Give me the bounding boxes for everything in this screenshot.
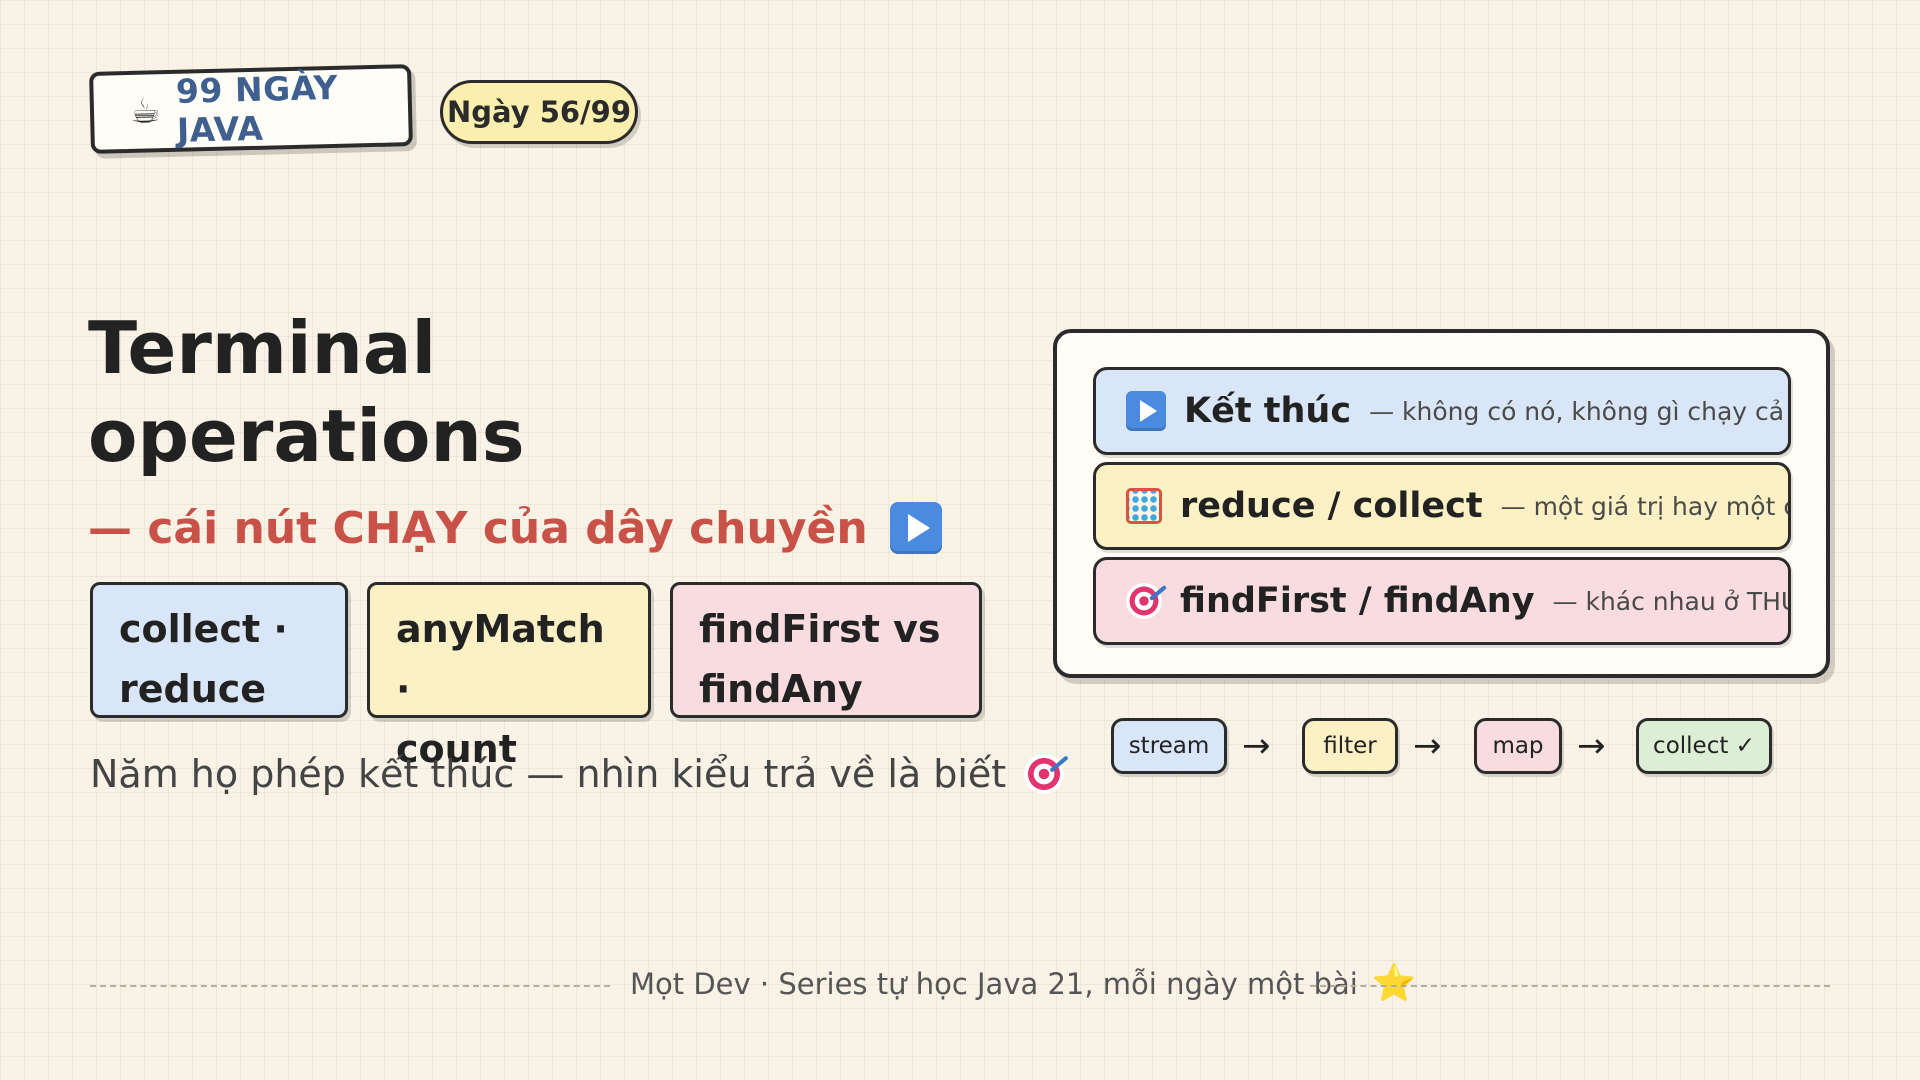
summary-panel: Kết thúc — không có nó, không gì chạy cả… bbox=[1053, 329, 1830, 678]
target-icon bbox=[1024, 754, 1065, 794]
panel-row-desc: — không có nó, không gì chạy cả bbox=[1369, 396, 1785, 426]
subtitle-text: — cái nút CHẠY của dây chuyền bbox=[88, 502, 868, 554]
series-label: 99 NGÀY JAVA bbox=[175, 67, 339, 150]
topic-card-line: collect · bbox=[119, 607, 288, 651]
panel-row-desc: — khác nhau ở THỨ TỰ bbox=[1552, 586, 1788, 616]
subtitle: — cái nút CHẠY của dây chuyền bbox=[88, 502, 942, 554]
right-arrow-icon: → bbox=[1577, 726, 1606, 766]
title-line-2: operations bbox=[88, 394, 525, 478]
panel-row-title: reduce / collect bbox=[1180, 486, 1483, 526]
pipeline-node-filter: filter bbox=[1302, 718, 1398, 774]
panel-row-title: Kết thúc bbox=[1184, 391, 1352, 431]
day-counter-pill: Ngày 56/99 bbox=[440, 80, 638, 144]
panel-row-reduce-collect: reduce / collect — một giá trị hay một c… bbox=[1093, 462, 1791, 550]
pipeline-node-map: map bbox=[1474, 718, 1562, 774]
topic-card-anymatch-count: anyMatch · count bbox=[367, 582, 651, 771]
topic-card-line: reduce bbox=[119, 667, 267, 711]
topic-card-collect-reduce: collect · reduce bbox=[90, 582, 348, 718]
series-badge: ☕ 99 NGÀY JAVA bbox=[89, 64, 413, 154]
panel-row-terminal: Kết thúc — không có nó, không gì chạy cả bbox=[1093, 367, 1791, 455]
coffee-cup-icon: ☕ bbox=[129, 91, 162, 132]
right-arrow-icon: → bbox=[1242, 726, 1271, 766]
play-button-icon bbox=[1126, 391, 1166, 431]
topic-card-line: anyMatch · bbox=[396, 607, 605, 711]
panel-row-desc: — một giá trị hay một container bbox=[1500, 491, 1788, 521]
panel-row-findfirst-findany: findFirst / findAny — khác nhau ở THỨ TỰ bbox=[1093, 557, 1791, 645]
footer-text: Mọt Dev · Series tự học Java 21, mỗi ngà… bbox=[630, 967, 1358, 1001]
footer-divider-left bbox=[90, 985, 610, 987]
footer-divider-right bbox=[1310, 985, 1830, 987]
target-icon bbox=[1126, 583, 1162, 619]
tagline-text: Năm họ phép kết thúc — nhìn kiểu trả về … bbox=[90, 752, 1007, 796]
pipeline-node-collect: collect ✓ bbox=[1636, 718, 1772, 774]
footer: Mọt Dev · Series tự học Java 21, mỗi ngà… bbox=[630, 966, 1417, 1002]
panel-row-title: findFirst / findAny bbox=[1180, 581, 1535, 621]
abacus-icon bbox=[1126, 488, 1162, 524]
topic-card-findfirst-findany: findFirst vs findAny bbox=[670, 582, 982, 718]
topic-card-line: findFirst vs bbox=[699, 607, 941, 651]
pipeline-node-stream: stream bbox=[1111, 718, 1227, 774]
title-line-1: Terminal bbox=[88, 306, 437, 390]
right-arrow-icon: → bbox=[1413, 726, 1442, 766]
star-icon: ⭐ bbox=[1371, 963, 1417, 1004]
play-button-icon bbox=[889, 502, 942, 554]
topic-card-line: findAny bbox=[699, 667, 863, 711]
tagline: Năm họ phép kết thúc — nhìn kiểu trả về … bbox=[90, 752, 1065, 796]
